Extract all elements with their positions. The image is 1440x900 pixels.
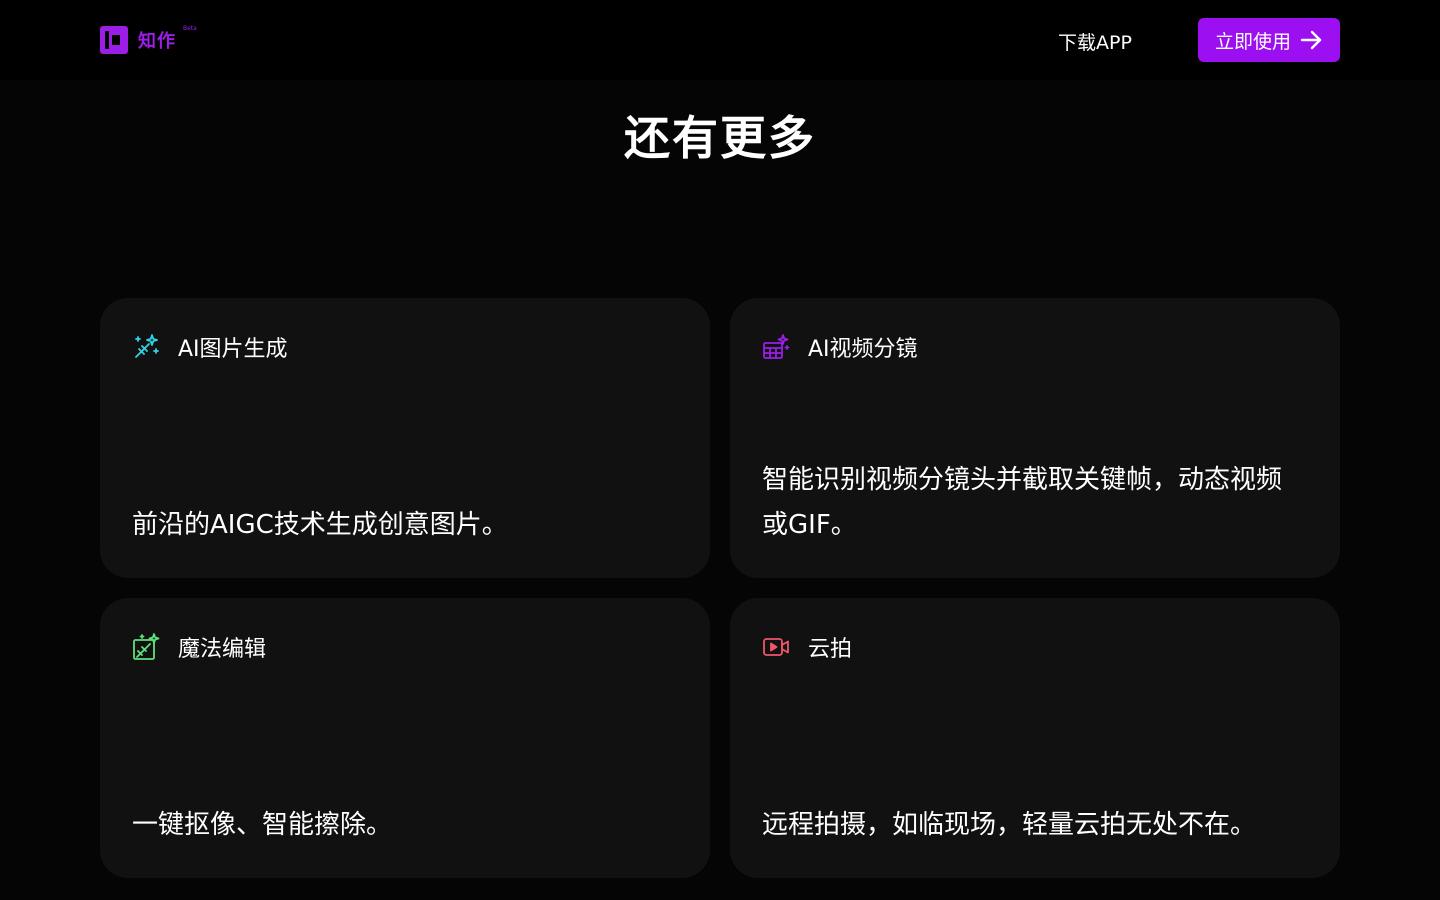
video-camera-icon [763, 638, 789, 656]
top-navigation-bar: 知作 Beta 下载APP 立即使用 [0, 0, 1440, 80]
card-header: 云拍 [762, 632, 852, 662]
card-header: AI视频分镜 [762, 332, 918, 362]
card-title: AI视频分镜 [808, 337, 918, 362]
feature-card-cloud-shoot[interactable]: 云拍 远程拍摄，如临现场，轻量云拍无处不在。 [730, 598, 1340, 878]
card-description: 一键抠像、智能擦除。 [132, 810, 393, 840]
section-title: 还有更多 [624, 111, 816, 165]
download-app-link[interactable]: 下载APP [1058, 28, 1132, 55]
feature-card-ai-video-storyboard[interactable]: AI视频分镜 智能识别视频分镜头并截取关键帧，动态视频或GIF。 [730, 298, 1340, 578]
card-description: 前沿的AIGC技术生成创意图片。 [132, 510, 508, 540]
film-sparkle-icon [763, 334, 790, 359]
features-section: 还有更多 AI图片生成 前沿的AIGC技术生成创意图片。 AI视频分镜 智能识别… [0, 80, 1440, 900]
card-description: 智能识别视频分镜头并截取关键帧，动态视频或GIF。 [762, 465, 1283, 540]
card-title: AI图片生成 [178, 337, 288, 362]
magic-edit-icon [133, 633, 160, 660]
arrow-right-icon [1300, 30, 1322, 50]
card-title: 云拍 [808, 637, 853, 662]
magic-wand-sparkles-icon [135, 334, 159, 358]
card-header: 魔法编辑 [132, 632, 266, 662]
start-now-label: 立即使用 [1214, 30, 1291, 53]
card-description: 远程拍摄，如临现场，轻量云拍无处不在。 [762, 810, 1257, 840]
card-title: 魔法编辑 [178, 637, 267, 662]
feature-card-ai-image[interactable]: AI图片生成 前沿的AIGC技术生成创意图片。 [100, 298, 710, 578]
feature-card-magic-edit[interactable]: 魔法编辑 一键抠像、智能擦除。 [100, 598, 710, 878]
start-now-button[interactable]: 立即使用 [1198, 18, 1340, 62]
card-header: AI图片生成 [132, 332, 288, 362]
beta-badge: Beta [183, 25, 197, 32]
brand-name: 知作 [138, 31, 176, 52]
brand-logo[interactable]: 知作 [100, 26, 176, 54]
brand-logo-icon [100, 26, 128, 54]
